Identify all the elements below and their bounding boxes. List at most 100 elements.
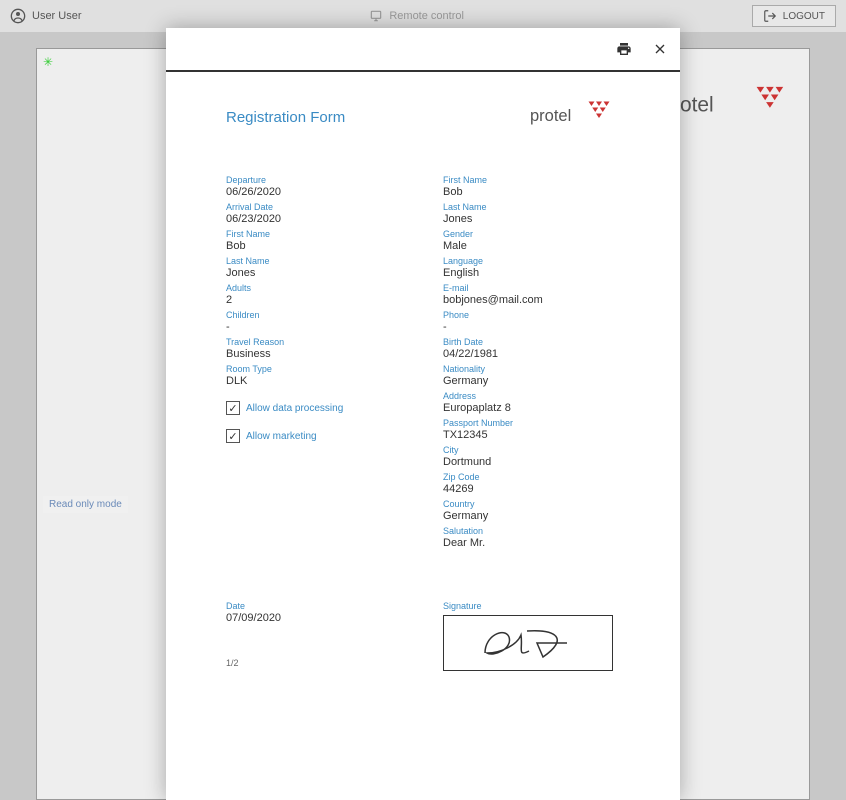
field-label: Address [443, 391, 620, 401]
field-value: 44269 [443, 483, 620, 495]
status-indicator-icon: ✳ [43, 55, 57, 69]
field: CountryGermany [443, 499, 620, 522]
field-value: Bob [443, 186, 620, 198]
field-label: Arrival Date [226, 202, 403, 212]
modal-body: Registration Form protel Departure06/26/… [166, 72, 680, 691]
field-label: Nationality [443, 364, 620, 374]
field-value: Male [443, 240, 620, 252]
field: GenderMale [443, 229, 620, 252]
checkbox-icon: ✓ [226, 429, 240, 443]
read-only-badge: Read only mode [43, 496, 128, 513]
signature-label: Signature [443, 601, 620, 611]
field-value: DLK [226, 375, 403, 387]
field-value: - [226, 321, 403, 333]
left-column: Departure06/26/2020 Arrival Date06/23/202… [226, 175, 403, 553]
field: Adults2 [226, 283, 403, 306]
field-label: Departure [226, 175, 403, 185]
logout-icon [763, 9, 777, 23]
field-value: bobjones@mail.com [443, 294, 620, 306]
field-value: Dortmund [443, 456, 620, 468]
field: Birth Date04/22/1981 [443, 337, 620, 360]
remote-control-label: Remote control [389, 10, 464, 22]
field: Zip Code44269 [443, 472, 620, 495]
user-icon [10, 8, 26, 24]
field-value: Bob [226, 240, 403, 252]
remote-control-section: Remote control [369, 9, 464, 23]
field: NationalityGermany [443, 364, 620, 387]
registration-modal: Registration Form protel Departure06/26/… [166, 28, 680, 800]
field-value: Germany [443, 510, 620, 522]
field-label: Passport Number [443, 418, 620, 428]
field-value: - [443, 321, 620, 333]
logout-button[interactable]: LOGOUT [752, 5, 836, 27]
field-value: 2 [226, 294, 403, 306]
field-label: Phone [443, 310, 620, 320]
checkbox-label: Allow data processing [246, 403, 343, 414]
field: AddressEuropaplatz 8 [443, 391, 620, 414]
footer-signature-col: Signature [443, 601, 620, 671]
field-value: 06/26/2020 [226, 186, 403, 198]
background-logo: rotel [673, 85, 787, 128]
date-value: 07/09/2020 [226, 612, 403, 624]
checkbox-row[interactable]: ✓ Allow marketing [226, 429, 403, 443]
field-value: Dear Mr. [443, 537, 620, 549]
form-columns: Departure06/26/2020 Arrival Date06/23/202… [226, 175, 620, 553]
signature-icon [473, 621, 583, 665]
logout-label: LOGOUT [783, 11, 825, 22]
modal-header [166, 28, 680, 72]
field: Travel ReasonBusiness [226, 337, 403, 360]
field: Phone- [443, 310, 620, 333]
field-value: Jones [443, 213, 620, 225]
field-label: Salutation [443, 526, 620, 536]
field: First NameBob [226, 229, 403, 252]
field-label: Adults [226, 283, 403, 293]
field-value: TX12345 [443, 429, 620, 441]
field: CityDortmund [443, 445, 620, 468]
field-value: 04/22/1981 [443, 348, 620, 360]
form-footer: Date 07/09/2020 1/2 Signature [226, 601, 620, 671]
field-value: Business [226, 348, 403, 360]
svg-text:protel: protel [530, 107, 571, 125]
field-label: First Name [443, 175, 620, 185]
field-label: Travel Reason [226, 337, 403, 347]
form-title: Registration Form [226, 109, 345, 126]
field-label: City [443, 445, 620, 455]
checkbox-row[interactable]: ✓ Allow data processing [226, 401, 403, 415]
field-value: Jones [226, 267, 403, 279]
field-label: E-mail [443, 283, 620, 293]
field: Children- [226, 310, 403, 333]
field: Last NameJones [443, 202, 620, 225]
remote-icon [369, 9, 383, 23]
page-indicator: 1/2 [226, 658, 403, 668]
field-value: 06/23/2020 [226, 213, 403, 225]
field: First NameBob [443, 175, 620, 198]
field-value: Europaplatz 8 [443, 402, 620, 414]
checkbox-label: Allow marketing [246, 431, 317, 442]
user-section[interactable]: User User [10, 8, 82, 24]
checkbox-icon: ✓ [226, 401, 240, 415]
field-label: Room Type [226, 364, 403, 374]
field-value: Germany [443, 375, 620, 387]
field: LanguageEnglish [443, 256, 620, 279]
field: E-mailbobjones@mail.com [443, 283, 620, 306]
field-label: Language [443, 256, 620, 266]
print-icon[interactable] [616, 41, 632, 57]
signature-box[interactable] [443, 615, 613, 671]
field: SalutationDear Mr. [443, 526, 620, 549]
field: Passport NumberTX12345 [443, 418, 620, 441]
right-column: First NameBob Last NameJones GenderMale Lan… [443, 175, 620, 553]
field: Last NameJones [226, 256, 403, 279]
user-label: User User [32, 10, 82, 22]
field-label: Birth Date [443, 337, 620, 347]
field-label: First Name [226, 229, 403, 239]
field-label: Zip Code [443, 472, 620, 482]
field: Room TypeDLK [226, 364, 403, 387]
field-label: Last Name [443, 202, 620, 212]
field: Departure06/26/2020 [226, 175, 403, 198]
field-label: Children [226, 310, 403, 320]
field-label: Gender [443, 229, 620, 239]
field-value: English [443, 267, 620, 279]
close-icon[interactable] [652, 41, 668, 57]
protel-logo: protel [530, 100, 620, 135]
form-header: Registration Form protel [226, 100, 620, 135]
